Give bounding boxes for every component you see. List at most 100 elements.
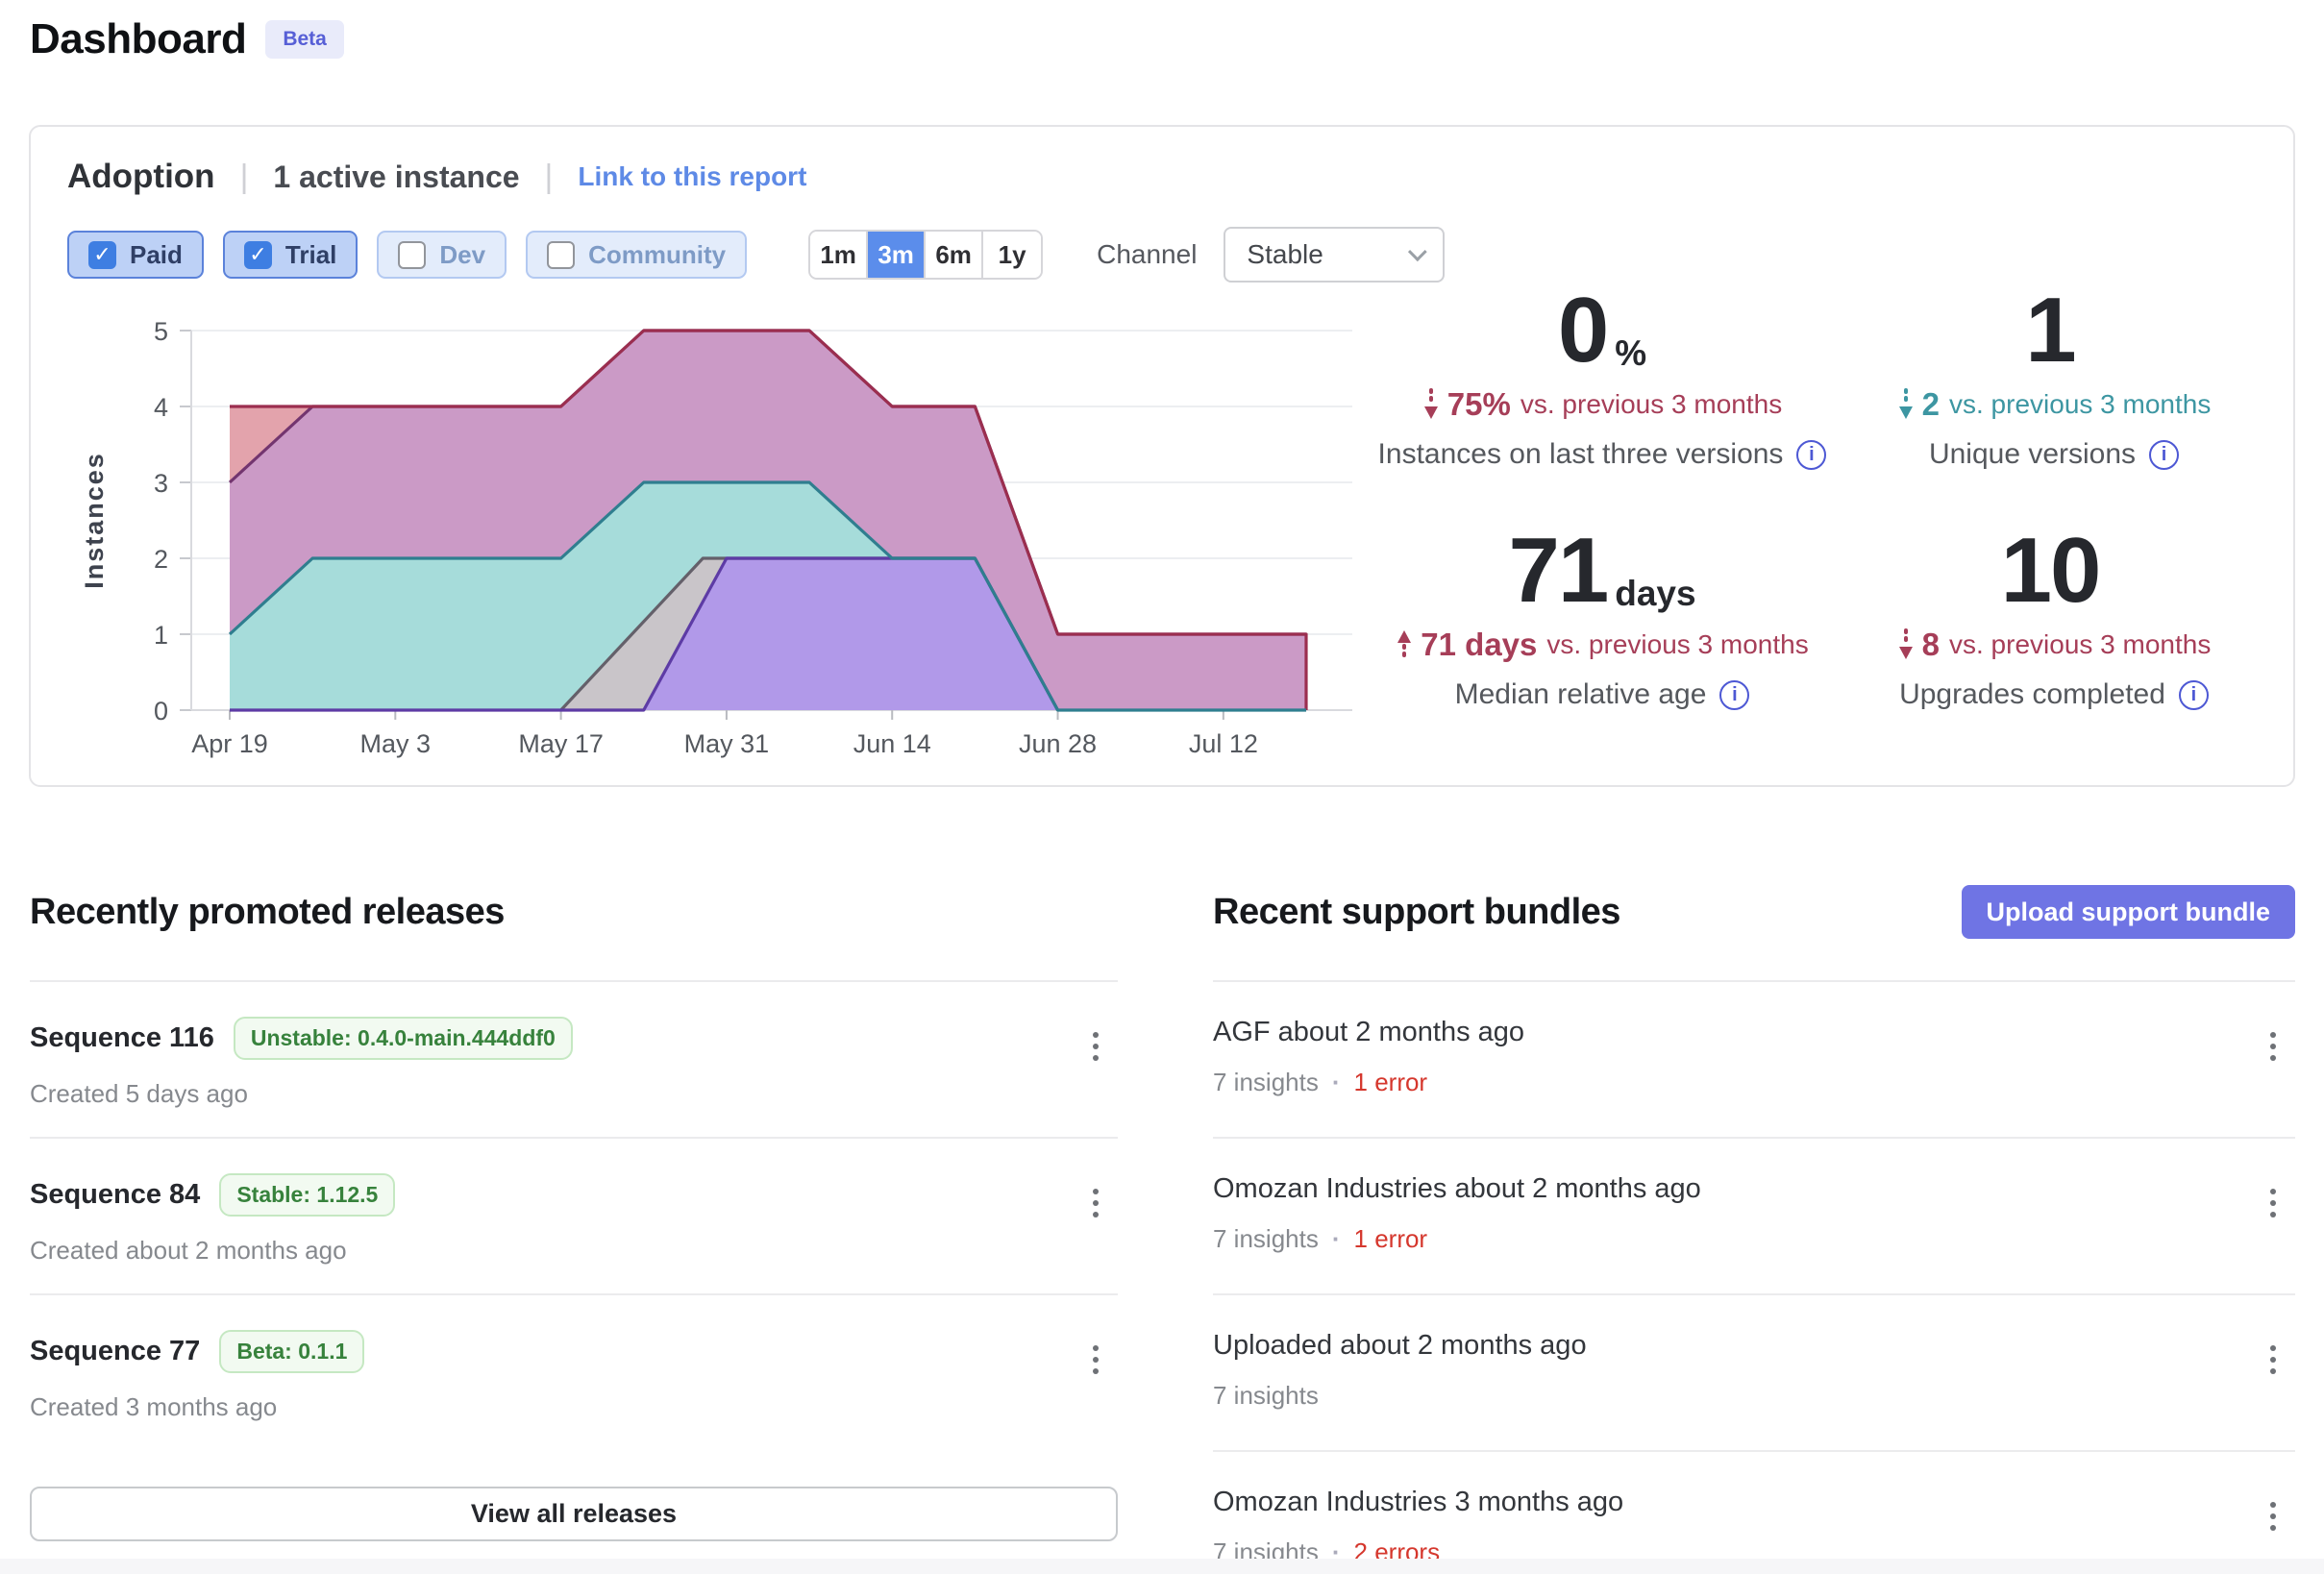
svg-text:5: 5 (154, 317, 168, 346)
kebab-menu-icon[interactable] (2264, 1496, 2282, 1537)
stat-unit: days (1615, 576, 1695, 611)
release-created: Created about 2 months ago (30, 1236, 1118, 1266)
stat-delta-suffix: vs. previous 3 months (1949, 629, 2211, 660)
stat-trend: 2 vs. previous 3 months (1897, 386, 2212, 423)
release-row: Sequence 116 Unstable: 0.4.0-main.444ddf… (30, 980, 1118, 1137)
kebab-menu-icon[interactable] (1087, 1183, 1104, 1223)
stat-label: Median relative age (1455, 678, 1707, 711)
view-all-releases-button[interactable]: View all releases (30, 1487, 1118, 1541)
link-to-report[interactable]: Link to this report (578, 161, 806, 192)
channel-value: Stable (1247, 239, 1323, 270)
svg-text:Apr 19: Apr 19 (191, 729, 268, 758)
channel-select[interactable]: Stable (1224, 227, 1445, 283)
checkbox-icon[interactable] (244, 241, 272, 269)
kebab-menu-icon[interactable] (2264, 1340, 2282, 1380)
stat-delta: 8 (1922, 627, 1940, 663)
svg-text:1: 1 (154, 621, 168, 650)
range-1y[interactable]: 1y (983, 232, 1041, 278)
svg-text:2: 2 (154, 545, 168, 574)
filter-label: Community (588, 240, 726, 270)
stat-value: 71 (1508, 521, 1607, 621)
stat-trend: 8 vs. previous 3 months (1897, 627, 2212, 663)
svg-text:May 3: May 3 (360, 729, 432, 758)
info-icon[interactable] (1796, 440, 1826, 470)
range-3m[interactable]: 3m (868, 232, 926, 278)
release-row: Sequence 77 Beta: 0.1.1 Created 3 months… (30, 1293, 1118, 1450)
svg-text:May 31: May 31 (684, 729, 770, 758)
adoption-controls: Paid Trial Dev Community 1m 3m 6m 1y Cha… (67, 227, 1445, 283)
bundles-heading: Recent support bundles (1213, 892, 1620, 933)
filter-label: Paid (130, 240, 183, 270)
release-title[interactable]: Sequence 116 (30, 1022, 214, 1054)
stat-trend: 71 days vs. previous 3 months (1396, 627, 1808, 663)
upload-support-bundle-button[interactable]: Upload support bundle (1962, 885, 2295, 939)
adoption-card-header: Adoption | 1 active instance | Link to t… (67, 158, 806, 196)
bundle-title[interactable]: Omozan Industries about 2 months ago (1213, 1173, 1701, 1205)
page-title: Dashboard (30, 15, 246, 63)
adoption-stats: 0 % 75% vs. previous 3 months Instances … (1367, 281, 2270, 747)
release-created: Created 5 days ago (30, 1079, 1118, 1109)
checkbox-icon[interactable] (398, 241, 426, 269)
releases-heading: Recently promoted releases (30, 892, 505, 933)
kebab-menu-icon[interactable] (1087, 1026, 1104, 1067)
stat-value: 1 (2025, 281, 2074, 381)
info-icon[interactable] (2179, 680, 2209, 710)
bundle-row: Omozan Industries about 2 months ago 7 i… (1213, 1137, 2295, 1293)
filter-community[interactable]: Community (526, 231, 747, 279)
stat-delta: 75% (1447, 386, 1511, 423)
kebab-menu-icon[interactable] (1087, 1340, 1104, 1380)
arrow-down-dashed-icon (1897, 388, 1915, 421)
stat-trend: 75% vs. previous 3 months (1422, 386, 1782, 423)
stat-delta-suffix: vs. previous 3 months (1949, 389, 2211, 420)
release-created: Created 3 months ago (30, 1392, 1118, 1422)
filter-dev[interactable]: Dev (377, 231, 507, 279)
stat-delta: 71 days (1421, 627, 1537, 663)
svg-text:May 17: May 17 (518, 729, 604, 758)
active-instance-count: 1 active instance (273, 160, 519, 195)
svg-text:Jun 14: Jun 14 (853, 729, 931, 758)
release-title[interactable]: Sequence 77 (30, 1336, 200, 1367)
svg-text:Jul 12: Jul 12 (1189, 729, 1258, 758)
stat-label: Upgrades completed (1899, 678, 2165, 711)
release-version-badge: Stable: 1.12.5 (219, 1173, 395, 1217)
stat-value: 0 (1558, 281, 1607, 381)
filter-trial[interactable]: Trial (223, 231, 358, 279)
stat-label: Instances on last three versions (1378, 438, 1784, 471)
page-header: Dashboard Beta (30, 15, 344, 63)
stat-delta-suffix: vs. previous 3 months (1520, 389, 1782, 420)
adoption-chart: 012345Apr 19May 3May 17May 31Jun 14Jun 2… (60, 309, 1367, 761)
stat-value: 10 (2001, 521, 2100, 621)
recently-promoted-releases-section: Recently promoted releases Sequence 116 … (30, 884, 1118, 1541)
stat-unique-versions: 1 2 vs. previous 3 months Unique version… (1838, 281, 2270, 506)
info-icon[interactable] (2149, 440, 2179, 470)
release-version-badge: Beta: 0.1.1 (219, 1330, 364, 1373)
bundle-title[interactable]: AGF about 2 months ago (1213, 1017, 1524, 1048)
arrow-up-dashed-icon (1396, 628, 1413, 661)
adoption-title: Adoption (67, 158, 215, 196)
time-range-group: 1m 3m 6m 1y (808, 230, 1043, 280)
range-6m[interactable]: 6m (926, 232, 983, 278)
recent-support-bundles-section: Recent support bundles Upload support bu… (1213, 884, 2295, 1574)
release-version-badge: Unstable: 0.4.0-main.444ddf0 (234, 1017, 573, 1060)
stat-upgrades-completed: 10 8 vs. previous 3 months Upgrades comp… (1838, 521, 2270, 747)
filter-paid[interactable]: Paid (67, 231, 204, 279)
stat-label: Unique versions (1929, 438, 2136, 471)
checkbox-icon[interactable] (547, 241, 575, 269)
bundle-row: AGF about 2 months ago 7 insights1 error (1213, 980, 2295, 1137)
bundle-title[interactable]: Omozan Industries 3 months ago (1213, 1487, 1623, 1518)
kebab-menu-icon[interactable] (2264, 1183, 2282, 1223)
checkbox-icon[interactable] (88, 241, 116, 269)
kebab-menu-icon[interactable] (2264, 1026, 2282, 1067)
bundle-insights: 7 insights (1213, 1068, 1319, 1096)
bundle-title[interactable]: Uploaded about 2 months ago (1213, 1330, 1587, 1362)
bundle-error-count: 1 error (1319, 1068, 1427, 1096)
range-1m[interactable]: 1m (810, 232, 868, 278)
svg-text:3: 3 (154, 469, 168, 498)
info-icon[interactable] (1719, 680, 1749, 710)
arrow-down-dashed-icon (1422, 388, 1440, 421)
stat-instances-last-three-versions: 0 % 75% vs. previous 3 months Instances … (1367, 281, 1838, 506)
beta-badge: Beta (265, 20, 344, 59)
bundle-row: Uploaded about 2 months ago 7 insights (1213, 1293, 2295, 1450)
release-title[interactable]: Sequence 84 (30, 1179, 200, 1211)
bundle-insights: 7 insights (1213, 1224, 1319, 1253)
